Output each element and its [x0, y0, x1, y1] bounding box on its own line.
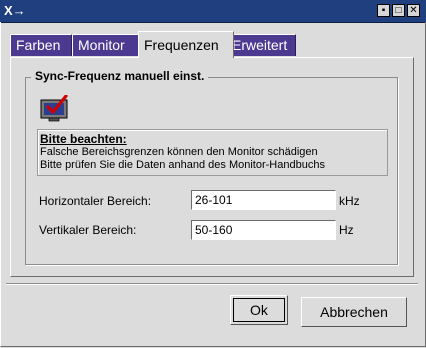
app-menu-icon[interactable]: X→ [4, 3, 26, 19]
tab-monitor[interactable]: Monitor [72, 34, 140, 56]
title-bar[interactable]: X→ ▪ □ ✕ [0, 0, 426, 23]
tab-farben[interactable]: Farben [10, 34, 72, 56]
ok-button[interactable]: Ok [230, 295, 288, 325]
vertical-range-input[interactable] [191, 220, 336, 240]
horizontal-range-label: Horizontaler Bereich: [39, 194, 152, 208]
button-separator [6, 283, 418, 285]
minimize-icon[interactable]: ▪ [377, 4, 390, 17]
vertical-unit-label: Hz [339, 223, 354, 237]
group-title: Sync-Frequenz manuell einst. [31, 69, 209, 83]
notice-line-1: Falsche Bereichsgrenzen können den Monit… [40, 146, 318, 158]
notice-heading: Bitte beachten: [40, 132, 127, 146]
notice-line-2: Bitte prüfen Sie die Daten anhand des Mo… [40, 159, 325, 171]
tab-erweitert[interactable]: Erweitert [226, 34, 296, 56]
vertical-range-label: Vertikaler Bereich: [39, 223, 137, 237]
monitor-check-icon [40, 95, 68, 122]
maximize-icon[interactable]: □ [392, 4, 405, 17]
warning-notice: Bitte beachten: Falsche Bereichsgrenzen … [37, 129, 388, 176]
horizontal-unit-label: kHz [339, 194, 360, 208]
close-icon[interactable]: ✕ [407, 4, 420, 17]
horizontal-range-input[interactable] [191, 190, 336, 210]
cancel-button[interactable]: Abbrechen [301, 297, 407, 327]
tab-frequenzen[interactable]: Frequenzen [138, 31, 234, 58]
